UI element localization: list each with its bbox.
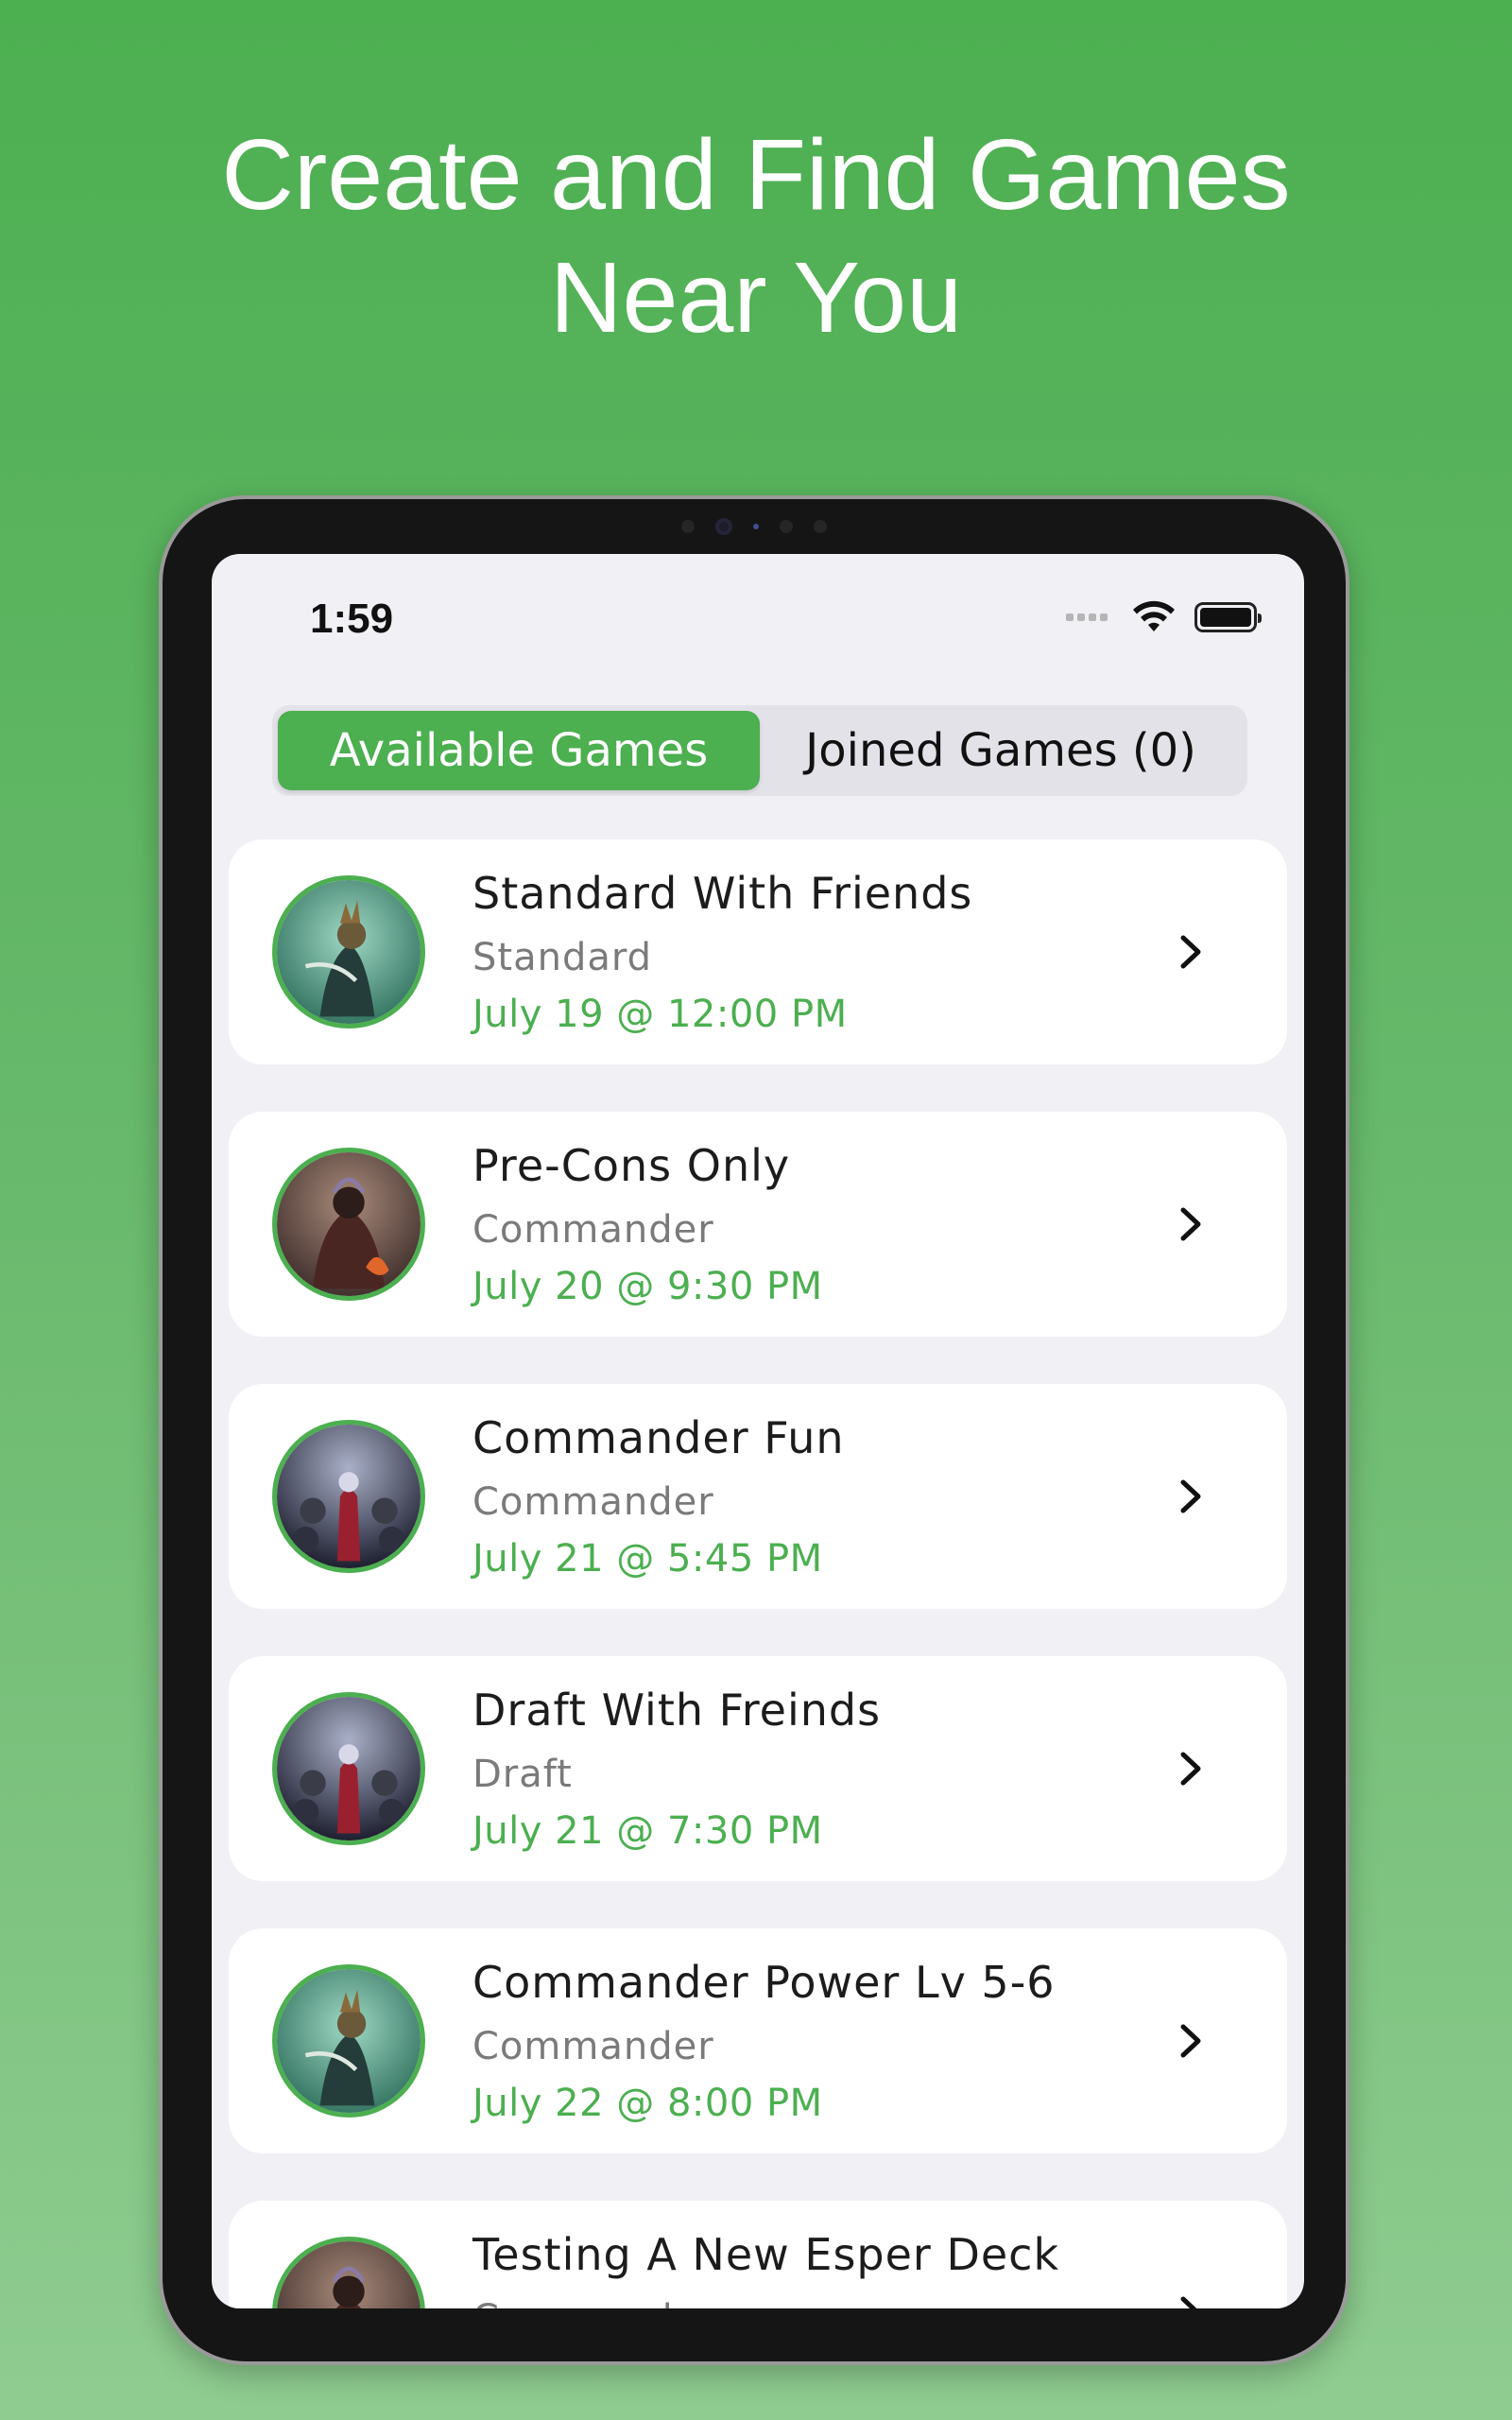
game-title: Pre-Cons Only	[472, 1140, 791, 1191]
fire-art-image	[277, 2241, 421, 2308]
chevron-right-icon	[1180, 1752, 1201, 1786]
game-title: Commander Power Lv 5-6	[472, 1957, 1056, 2008]
wifi-icon	[1133, 600, 1175, 631]
indicator-dot	[753, 524, 759, 529]
game-card[interactable]: Commander Power Lv 5-6 Commander July 22…	[229, 1928, 1287, 2153]
game-avatar	[272, 1964, 425, 2118]
game-date: July 21 @ 5:45 PM	[472, 1537, 823, 1581]
fire-art-image	[277, 1152, 421, 1296]
dark-art-image	[277, 1697, 421, 1841]
games-list: Standard With Friends Standard July 19 @…	[229, 839, 1287, 2308]
game-date: July 22 @ 8:00 PM	[472, 2082, 823, 2125]
game-title: Draft With Freinds	[472, 1685, 882, 1736]
chevron-right-icon	[1180, 2024, 1201, 2058]
game-date: July 20 @ 9:30 PM	[472, 1265, 823, 1308]
promo-line-1: Create and Find Games	[221, 119, 1291, 231]
status-time: 1:59	[310, 596, 394, 642]
cellular-signal-icon	[1066, 614, 1108, 621]
app-screen: 1:59 Available Games Joined Games (0) St…	[212, 554, 1304, 2308]
game-avatar	[272, 1148, 425, 1301]
game-card[interactable]: Pre-Cons Only Commander July 20 @ 9:30 P…	[229, 1112, 1287, 1337]
game-card[interactable]: Testing A New Esper Deck Commander	[229, 2201, 1287, 2308]
game-title: Commander Fun	[472, 1412, 845, 1463]
green-art-image	[277, 1969, 421, 2113]
game-date: July 19 @ 12:00 PM	[472, 993, 848, 1036]
game-date: July 21 @ 7:30 PM	[472, 1809, 823, 1853]
dark-art-image	[277, 1425, 421, 1568]
camera-lens-icon	[715, 518, 732, 535]
game-card[interactable]: Draft With Freinds Draft July 21 @ 7:30 …	[229, 1656, 1287, 1881]
game-format: Commander	[472, 1208, 714, 1252]
status-icons	[1066, 599, 1262, 635]
promo-headline: Create and Find Games Near You	[0, 113, 1512, 359]
game-card[interactable]: Standard With Friends Standard July 19 @…	[229, 839, 1287, 1064]
sensor-dot	[814, 520, 827, 533]
game-format: Commander	[472, 2025, 714, 2068]
tab-joined-games[interactable]: Joined Games (0)	[760, 711, 1242, 790]
chevron-right-icon	[1180, 1207, 1201, 1241]
green-art-image	[277, 880, 421, 1024]
game-format: Draft	[472, 1753, 573, 1796]
game-card[interactable]: Commander Fun Commander July 21 @ 5:45 P…	[229, 1384, 1287, 1609]
tab-available-games[interactable]: Available Games	[278, 711, 760, 790]
game-format: Commander	[472, 2297, 714, 2308]
chevron-right-icon	[1180, 1479, 1201, 1513]
game-avatar	[272, 875, 425, 1028]
game-format: Commander	[472, 1480, 714, 1524]
status-bar: 1:59	[212, 554, 1304, 686]
game-format: Standard	[472, 936, 652, 979]
camera-cluster	[681, 518, 827, 535]
battery-icon	[1194, 602, 1262, 632]
tablet-frame: 1:59 Available Games Joined Games (0) St…	[159, 495, 1349, 2365]
promo-line-2: Near You	[549, 242, 963, 354]
game-title: Testing A New Esper Deck	[472, 2229, 1060, 2280]
game-title: Standard With Friends	[472, 868, 973, 919]
sensor-dot	[681, 520, 695, 533]
game-avatar	[272, 1420, 425, 1573]
games-tab-control: Available Games Joined Games (0)	[272, 705, 1247, 796]
game-avatar	[272, 1692, 425, 1845]
chevron-right-icon	[1180, 935, 1201, 969]
chevron-right-icon	[1180, 2296, 1197, 2308]
game-avatar	[272, 2237, 425, 2308]
sensor-dot	[780, 520, 793, 533]
